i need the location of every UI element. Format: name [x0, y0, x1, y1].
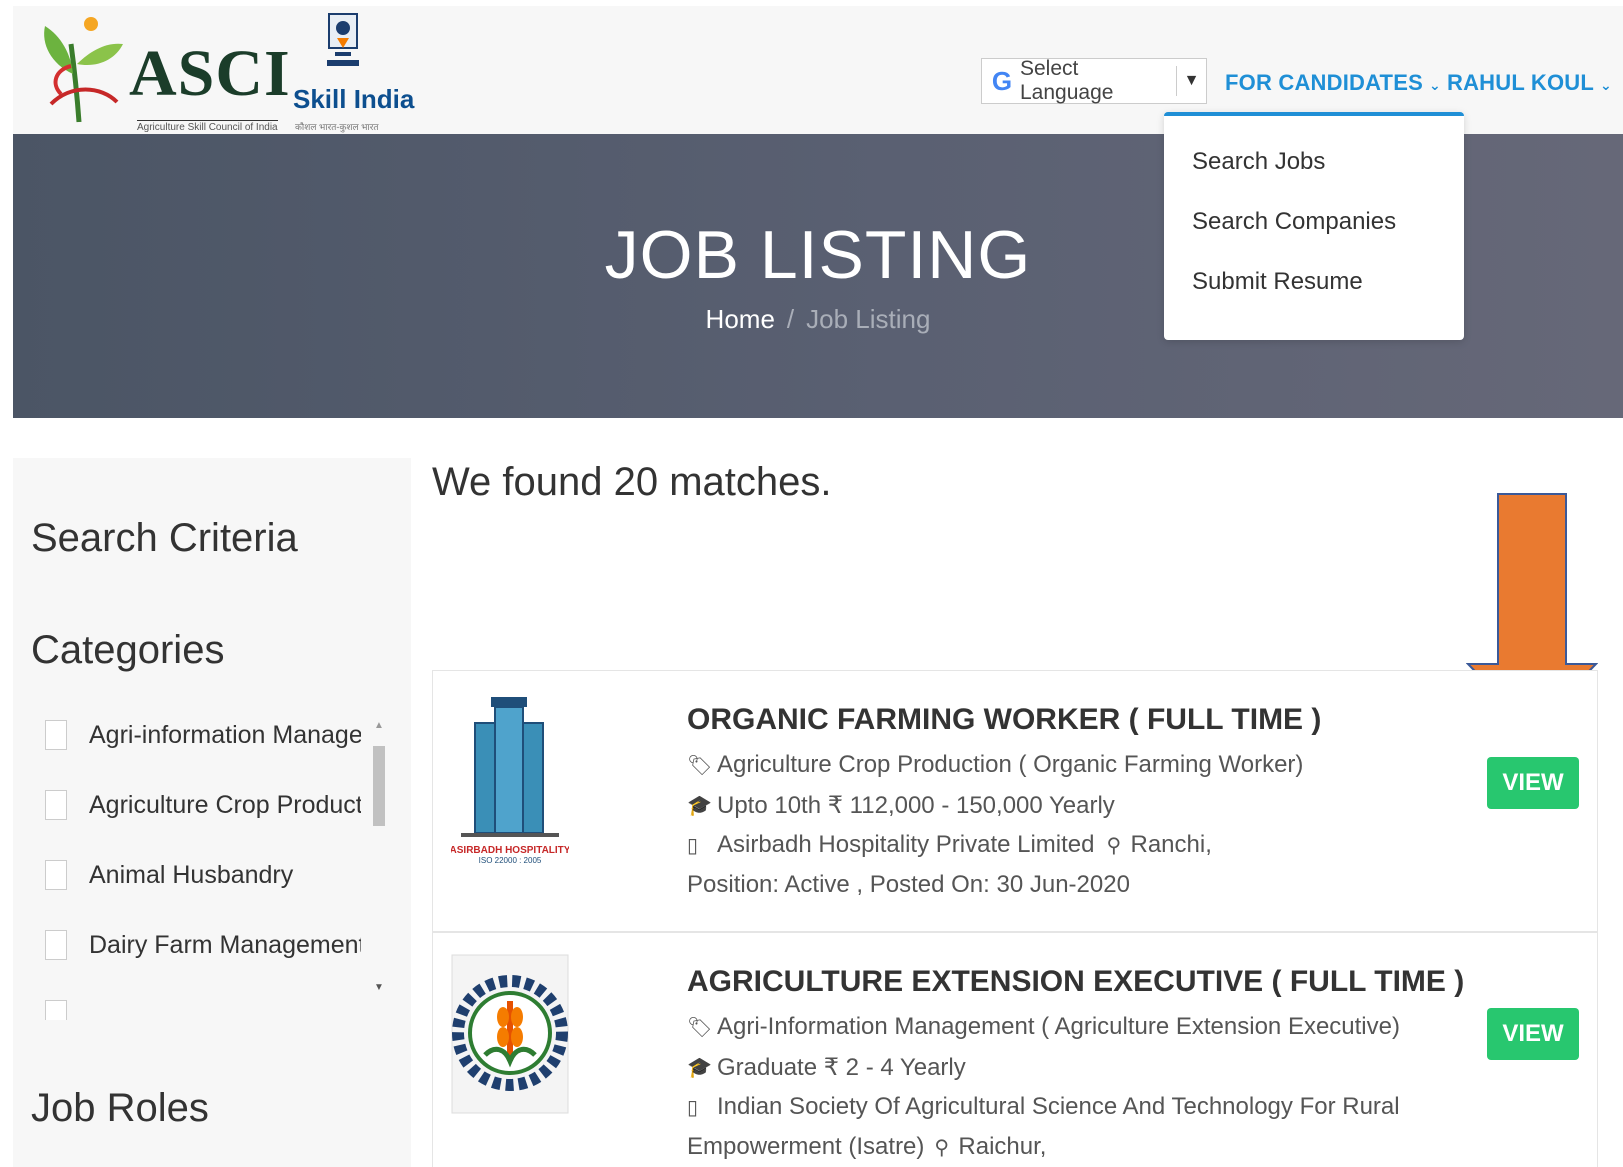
chevron-down-icon: ⌄ — [1600, 77, 1612, 93]
asci-wordmark: ASCI — [129, 37, 291, 110]
job-salary: 🎓 Upto 10th ₹ 112,000 - 150,000 Yearly — [687, 791, 1115, 820]
view-job-button[interactable]: VIEW — [1487, 757, 1579, 809]
categories-heading: Categories — [31, 628, 225, 672]
category-item[interactable]: Animal Husbandry — [45, 860, 293, 890]
location-pin-icon: ⚲ — [934, 1136, 950, 1159]
category-checkbox[interactable] — [45, 860, 67, 890]
category-checkbox[interactable] — [45, 930, 67, 960]
category-item-partial[interactable] — [45, 1000, 89, 1020]
category-item[interactable]: Agri-information Management — [45, 720, 361, 750]
category-label: Agri-information Management — [89, 720, 361, 749]
location-pin-icon: ⚲ — [1106, 834, 1122, 857]
job-category: 🏷 Agri-Information Management ( Agricultu… — [687, 1013, 1400, 1041]
scroll-down-icon[interactable]: ▼ — [369, 982, 389, 996]
job-salary: 🎓 Graduate ₹ 2 - 4 Yearly — [687, 1053, 966, 1082]
nav-user-label: RAHUL KOUL — [1447, 70, 1595, 95]
scroll-up-icon[interactable]: ▲ — [369, 720, 389, 734]
skill-india-tagline: कौशल भारत-कुशल भारत — [295, 122, 379, 132]
menu-item-search-jobs[interactable]: Search Jobs — [1192, 148, 1325, 176]
job-company: ▯ Asirbadh Hospitality Private Limited ⚲ R… — [687, 831, 1212, 859]
breadcrumb-home[interactable]: Home — [706, 304, 775, 334]
job-company-continued: Empowerment (Isatre) ⚲ Raichur, — [687, 1133, 1046, 1161]
category-label: Dairy Farm Management — [89, 930, 361, 959]
company-logo-text: ASIRBADH HOSPITALITY — [451, 845, 569, 856]
building-icon: ▯ — [687, 1096, 699, 1119]
chevron-down-icon: ⌄ — [1428, 77, 1441, 93]
breadcrumb-current: Job Listing — [806, 304, 931, 334]
asci-plant-icon — [44, 17, 123, 123]
category-checkbox[interactable] — [45, 720, 67, 750]
category-item[interactable]: Agriculture Crop Production — [45, 790, 361, 820]
skill-india-emblem-icon — [327, 13, 359, 66]
job-category-text: Agri-Information Management ( Agricultur… — [717, 1013, 1400, 1040]
tag-icon: 🏷 — [687, 1016, 713, 1039]
nav-for-candidates[interactable]: FOR CANDIDATES ⌄ — [1225, 70, 1441, 96]
graduation-cap-icon: 🎓 — [687, 1057, 712, 1079]
menu-item-submit-resume[interactable]: Submit Resume — [1192, 268, 1363, 296]
search-sidebar: Search Criteria Categories Agri-informat… — [13, 458, 411, 1167]
category-checkbox[interactable] — [45, 1000, 67, 1020]
search-criteria-heading: Search Criteria — [31, 516, 298, 560]
nav-user-menu[interactable]: RAHUL KOUL ⌄ — [1447, 70, 1612, 96]
language-select-label: Select Language — [1020, 57, 1114, 104]
job-card[interactable]: AGRICULTURE EXTENSION EXECUTIVE ( FULL T… — [432, 932, 1598, 1167]
job-company-text: Asirbadh Hospitality Private Limited — [717, 831, 1095, 858]
results-summary: We found 20 matches. — [432, 460, 832, 504]
category-item[interactable]: Dairy Farm Management — [45, 930, 361, 960]
menu-item-search-companies[interactable]: Search Companies — [1192, 208, 1396, 236]
job-company-continued-text: Empowerment (Isatre) — [687, 1133, 925, 1160]
dropdown-arrow-icon: ▼ — [1176, 66, 1206, 96]
job-category-text: Agriculture Crop Production ( Organic Fa… — [717, 751, 1304, 778]
job-card[interactable]: ASIRBADH HOSPITALITY ISO 22000 : 2005 OR… — [432, 670, 1598, 932]
job-company-text: Indian Society Of Agricultural Science A… — [717, 1093, 1400, 1120]
job-category: 🏷 Agriculture Crop Production ( Organic F… — [687, 751, 1303, 779]
skill-india-logo[interactable]: Skill India कौशल भारत-कुशल भारत — [293, 12, 414, 132]
category-label: Animal Husbandry — [89, 860, 294, 889]
job-location-text: Ranchi, — [1130, 831, 1212, 858]
for-candidates-dropdown: Search Jobs Search Companies Submit Resu… — [1164, 112, 1464, 340]
job-salary-text: Upto 10th ₹ 112,000 - 150,000 Yearly — [717, 792, 1115, 819]
language-select[interactable]: G Select Language ▼ — [981, 57, 1207, 104]
skill-india-wordmark: Skill India — [293, 84, 415, 114]
category-checkbox[interactable] — [45, 790, 67, 820]
company-logo-icon — [451, 954, 569, 1114]
nav-for-candidates-label: FOR CANDIDATES — [1225, 70, 1423, 95]
asci-tagline: Agriculture Skill Council of India — [137, 120, 278, 133]
job-salary-text: Graduate ₹ 2 - 4 Yearly — [717, 1054, 966, 1081]
view-job-button[interactable]: VIEW — [1487, 1008, 1579, 1060]
job-location-text: Raichur, — [958, 1133, 1047, 1160]
job-roles-heading: Job Roles — [31, 1086, 209, 1130]
categories-scrollbar[interactable]: ▲ ▼ — [369, 720, 389, 1010]
company-logo-subtext: ISO 22000 : 2005 — [479, 856, 542, 865]
category-label: Agriculture Crop Production — [89, 790, 361, 819]
tag-icon: 🏷 — [687, 754, 713, 777]
google-icon: G — [991, 65, 1013, 96]
job-title[interactable]: AGRICULTURE EXTENSION EXECUTIVE ( FULL T… — [687, 965, 1464, 999]
building-icon: ▯ — [687, 834, 699, 857]
job-company: ▯ Indian Society Of Agricultural Science … — [687, 1093, 1400, 1121]
asci-logo[interactable]: ASCI Agriculture Skill Council of India — [31, 14, 290, 133]
company-logo-icon: ASIRBADH HOSPITALITY ISO 22000 : 2005 — [451, 697, 569, 865]
job-status: Position: Active , Posted On: 30 Jun-202… — [687, 871, 1130, 898]
scroll-thumb[interactable] — [373, 746, 385, 826]
graduation-cap-icon: 🎓 — [687, 795, 712, 817]
job-title[interactable]: ORGANIC FARMING WORKER ( FULL TIME ) — [687, 703, 1321, 737]
categories-list: Agri-information Management Agriculture … — [31, 720, 361, 1020]
breadcrumb-separator: / — [786, 304, 795, 334]
